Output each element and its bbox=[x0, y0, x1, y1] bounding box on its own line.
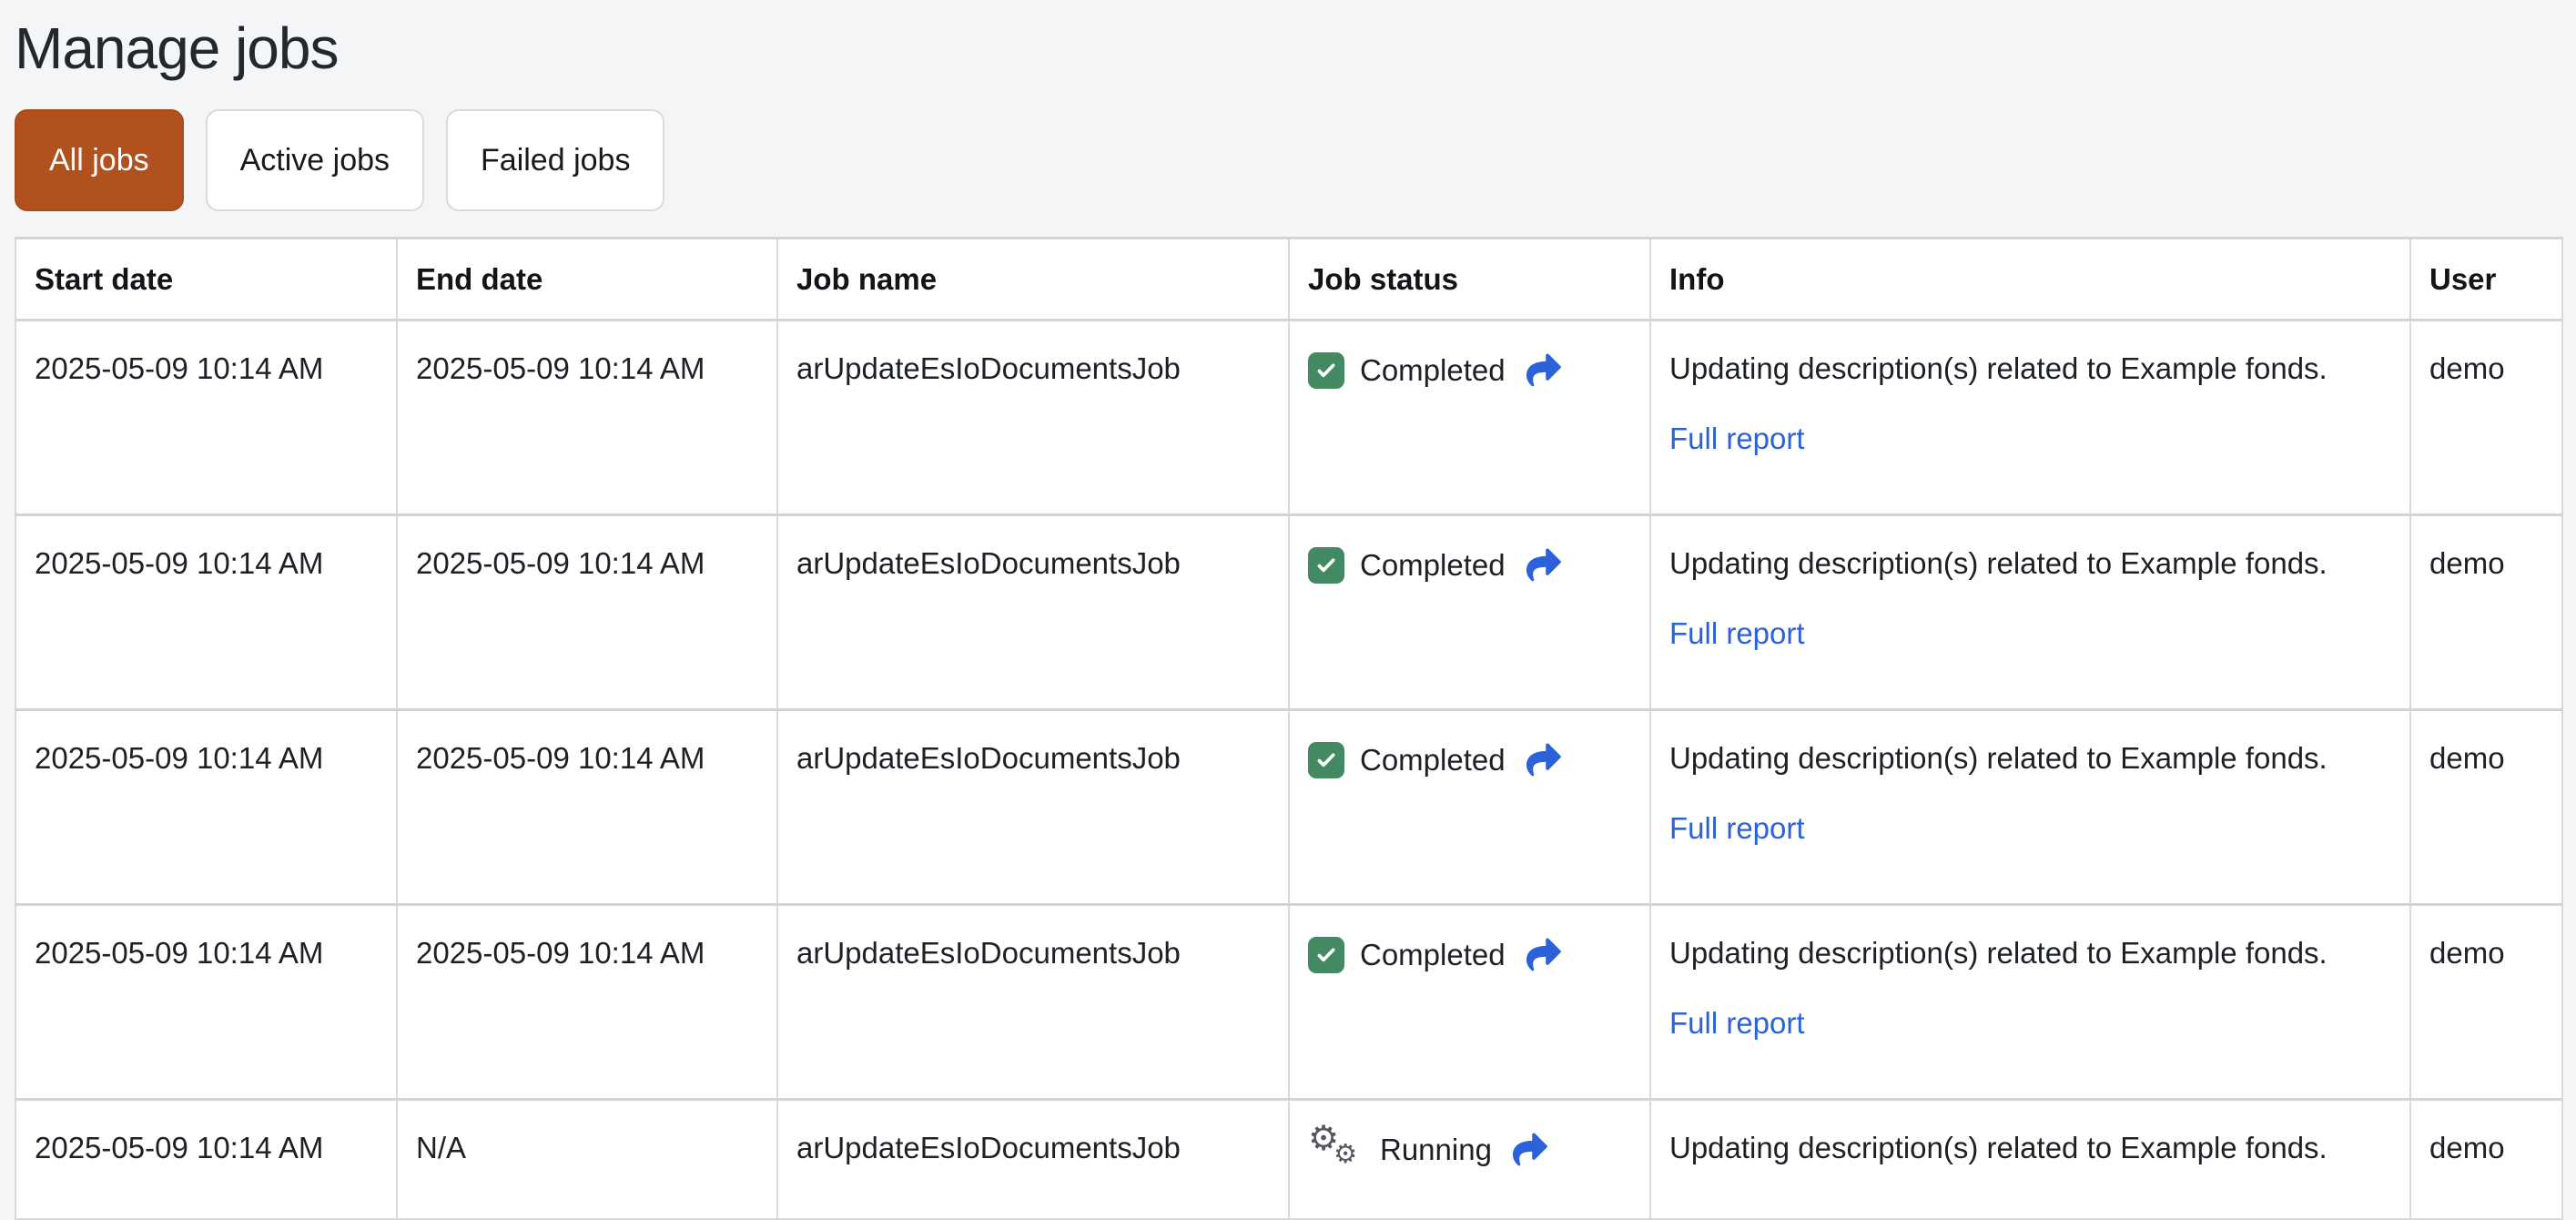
info-text: Updating description(s) related to Examp… bbox=[1669, 1131, 2328, 1164]
status-indicator: Completed bbox=[1308, 931, 1631, 978]
column-header-job-name: Job name bbox=[776, 237, 1290, 321]
share-icon[interactable] bbox=[1525, 938, 1563, 972]
cell-job-status: Completed bbox=[1288, 708, 1651, 906]
cell-user: demo bbox=[2409, 1098, 2563, 1220]
status-indicator: ⚙ ⚙ Running bbox=[1308, 1117, 1631, 1173]
column-header-end-date: End date bbox=[396, 237, 778, 321]
info-text: Updating description(s) related to Examp… bbox=[1669, 741, 2328, 775]
table-row: 2025-05-09 10:14 AM 2025-05-09 10:14 AM … bbox=[15, 708, 2563, 906]
column-header-job-status: Job status bbox=[1288, 237, 1651, 321]
column-header-info: Info bbox=[1649, 237, 2411, 321]
job-filter-group: All jobs Active jobs Failed jobs bbox=[15, 109, 2561, 211]
manage-jobs-page: Manage jobs All jobs Active jobs Failed … bbox=[0, 0, 2576, 1220]
cell-info: Updating description(s) related to Examp… bbox=[1649, 513, 2411, 711]
status-label: Completed bbox=[1360, 743, 1506, 777]
filter-active-jobs-button[interactable]: Active jobs bbox=[205, 109, 425, 211]
cell-job-name: arUpdateEsIoDocumentsJob bbox=[776, 319, 1290, 516]
info-text: Updating description(s) related to Examp… bbox=[1669, 546, 2328, 580]
cell-job-status: Completed bbox=[1288, 903, 1651, 1101]
full-report-link[interactable]: Full report bbox=[1669, 811, 1805, 845]
filter-all-jobs-button[interactable]: All jobs bbox=[15, 109, 184, 211]
page-title: Manage jobs bbox=[15, 15, 339, 81]
cell-info: Updating description(s) related to Examp… bbox=[1649, 903, 2411, 1101]
cell-job-status: Completed bbox=[1288, 513, 1651, 711]
cell-end-date: 2025-05-09 10:14 AM bbox=[396, 513, 778, 711]
cell-job-name: arUpdateEsIoDocumentsJob bbox=[776, 1098, 1290, 1220]
status-indicator: Completed bbox=[1308, 737, 1631, 783]
cell-end-date: 2025-05-09 10:14 AM bbox=[396, 903, 778, 1101]
full-report-link[interactable]: Full report bbox=[1669, 422, 1805, 455]
status-label: Completed bbox=[1360, 548, 1506, 582]
share-icon[interactable] bbox=[1525, 353, 1563, 388]
cell-job-status: Completed bbox=[1288, 319, 1651, 516]
info-text: Updating description(s) related to Examp… bbox=[1669, 351, 2328, 385]
filter-failed-jobs-button[interactable]: Failed jobs bbox=[446, 109, 665, 211]
cell-user: demo bbox=[2409, 513, 2563, 711]
cell-end-date: 2025-05-09 10:14 AM bbox=[396, 319, 778, 516]
cell-info: Updating description(s) related to Examp… bbox=[1649, 1098, 2411, 1220]
column-header-user: User bbox=[2409, 237, 2563, 321]
info-text: Updating description(s) related to Examp… bbox=[1669, 936, 2328, 970]
cell-end-date: N/A bbox=[396, 1098, 778, 1220]
cell-start-date: 2025-05-09 10:14 AM bbox=[15, 1098, 398, 1220]
table-row: 2025-05-09 10:14 AM 2025-05-09 10:14 AM … bbox=[15, 903, 2563, 1101]
cell-job-status: ⚙ ⚙ Running bbox=[1288, 1098, 1651, 1220]
status-indicator: Completed bbox=[1308, 347, 1631, 393]
cell-job-name: arUpdateEsIoDocumentsJob bbox=[776, 513, 1290, 711]
share-icon[interactable] bbox=[1525, 743, 1563, 778]
table-row: 2025-05-09 10:14 AM 2025-05-09 10:14 AM … bbox=[15, 513, 2563, 711]
cell-end-date: 2025-05-09 10:14 AM bbox=[396, 708, 778, 906]
gears-icon: ⚙ ⚙ bbox=[1308, 1117, 1357, 1169]
cell-start-date: 2025-05-09 10:14 AM bbox=[15, 708, 398, 906]
check-icon bbox=[1308, 351, 1344, 389]
full-report-link[interactable]: Full report bbox=[1669, 1006, 1805, 1040]
share-icon[interactable] bbox=[1525, 548, 1563, 583]
cell-start-date: 2025-05-09 10:14 AM bbox=[15, 903, 398, 1101]
status-label: Completed bbox=[1360, 353, 1506, 387]
check-icon bbox=[1308, 546, 1344, 584]
table-row: 2025-05-09 10:14 AM 2025-05-09 10:14 AM … bbox=[15, 319, 2563, 516]
cell-job-name: arUpdateEsIoDocumentsJob bbox=[776, 903, 1290, 1101]
status-indicator: Completed bbox=[1308, 542, 1631, 588]
check-icon bbox=[1308, 936, 1344, 973]
status-label: Completed bbox=[1360, 938, 1506, 971]
cell-start-date: 2025-05-09 10:14 AM bbox=[15, 513, 398, 711]
check-icon bbox=[1308, 741, 1344, 778]
cell-user: demo bbox=[2409, 708, 2563, 906]
cell-job-name: arUpdateEsIoDocumentsJob bbox=[776, 708, 1290, 906]
table-header-row: Start date End date Job name Job status … bbox=[15, 237, 2563, 321]
full-report-link[interactable]: Full report bbox=[1669, 616, 1805, 650]
status-label: Running bbox=[1380, 1133, 1492, 1166]
jobs-table: Start date End date Job name Job status … bbox=[15, 237, 2563, 1220]
share-icon[interactable] bbox=[1511, 1133, 1549, 1167]
column-header-start-date: Start date bbox=[15, 237, 398, 321]
cell-start-date: 2025-05-09 10:14 AM bbox=[15, 319, 398, 516]
cell-info: Updating description(s) related to Examp… bbox=[1649, 708, 2411, 906]
cell-info: Updating description(s) related to Examp… bbox=[1649, 319, 2411, 516]
table-row: 2025-05-09 10:14 AM N/A arUpdateEsIoDocu… bbox=[15, 1098, 2563, 1220]
cell-user: demo bbox=[2409, 319, 2563, 516]
cell-user: demo bbox=[2409, 903, 2563, 1101]
